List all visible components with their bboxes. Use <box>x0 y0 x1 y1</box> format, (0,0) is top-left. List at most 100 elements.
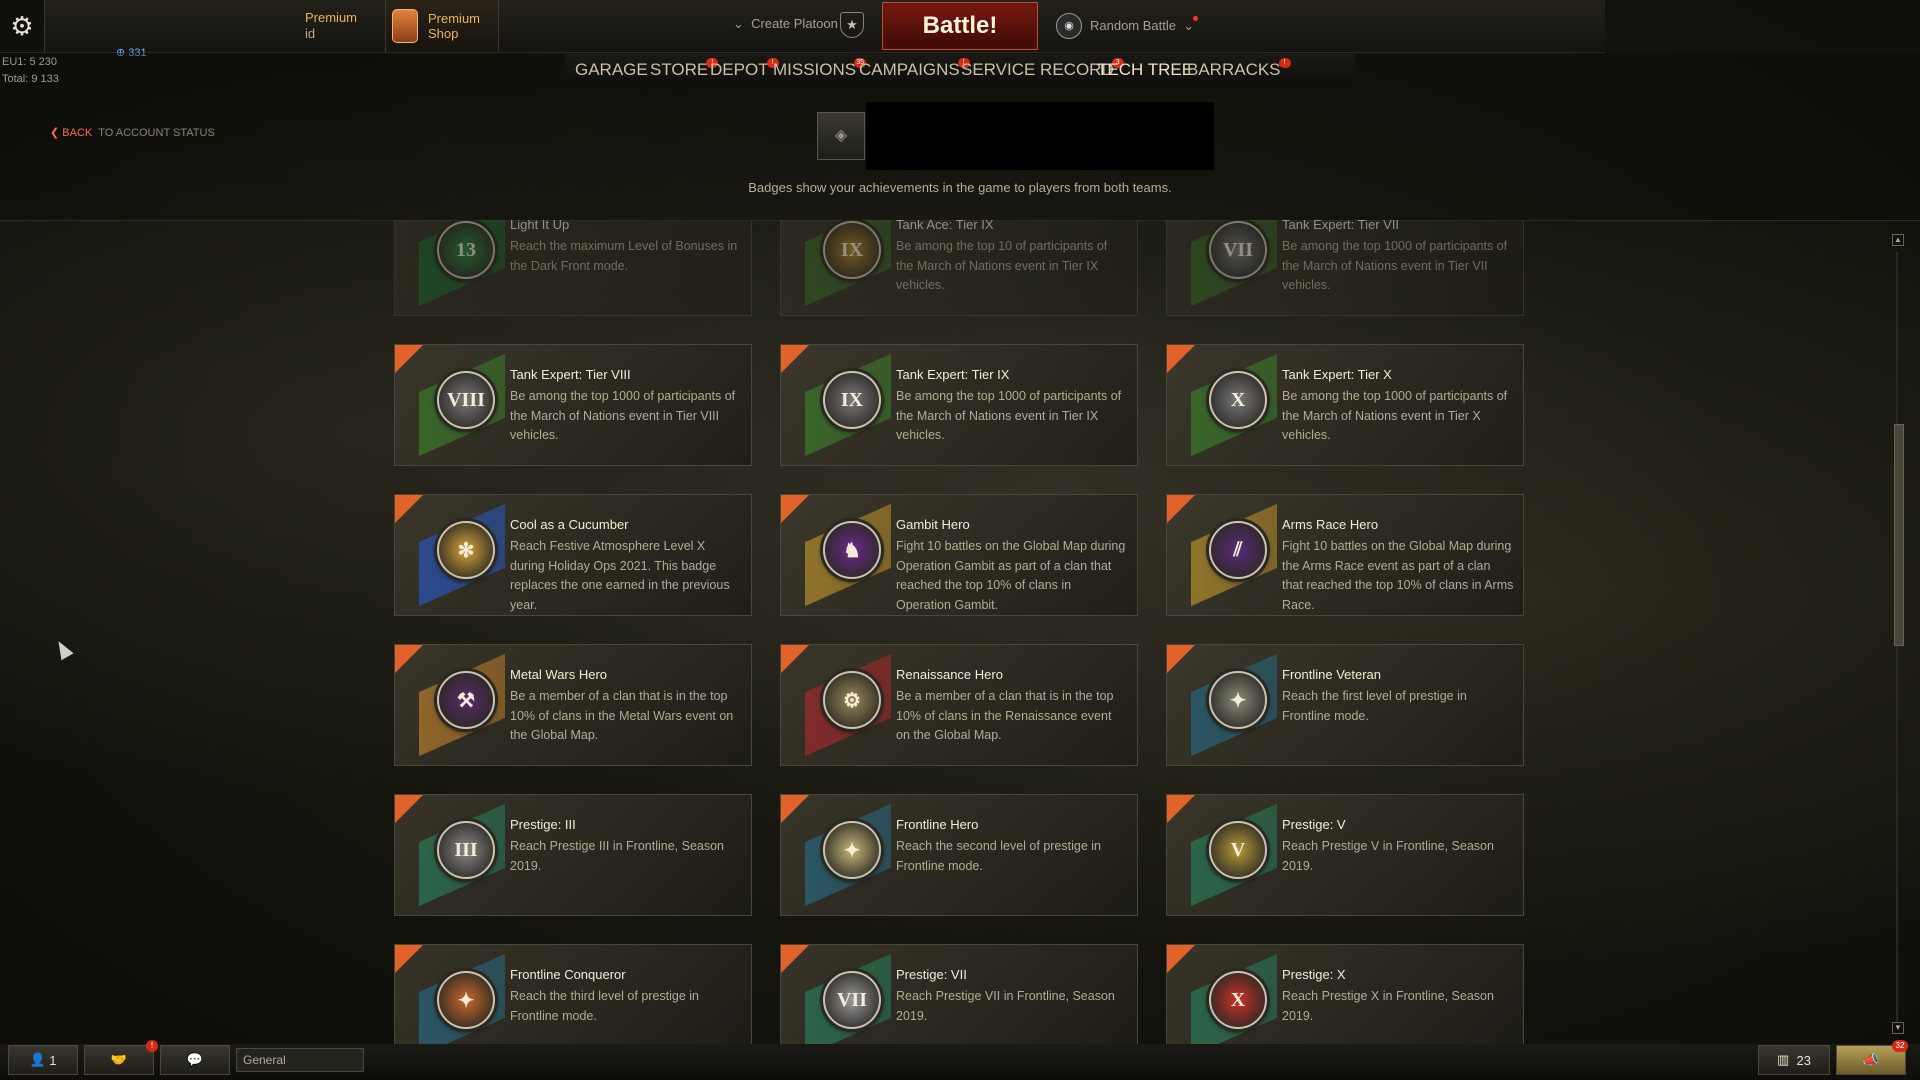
badge-card[interactable]: III Prestige: III Reach Prestige III in Fr… <box>394 794 752 916</box>
premium-shop-button[interactable]: Premium Shop <box>385 0 499 52</box>
bar-chart-icon: ▥ <box>1777 1052 1790 1067</box>
badge-medal-icon: 13 <box>437 221 495 279</box>
new-corner-marker <box>781 645 809 673</box>
new-corner-marker <box>781 495 809 523</box>
nav-tab-store[interactable]: STORE! <box>650 58 719 80</box>
nav-tab-badge: ! <box>1278 58 1291 68</box>
badge-title: Prestige: III <box>510 817 576 832</box>
badge-title: Gambit Hero <box>896 517 970 532</box>
player-name-redacted <box>866 102 1214 170</box>
battle-mode-selector[interactable]: Random Battle ⌄ <box>1090 18 1194 34</box>
new-corner-marker <box>1167 945 1195 973</box>
badge-card[interactable]: ✦ Frontline Conqueror Reach the third leve… <box>394 944 752 1044</box>
badge-title: Tank Expert: Tier VIII <box>510 367 631 382</box>
gear-icon: ⚙ <box>10 10 34 41</box>
badge-title: Prestige: V <box>1282 817 1346 832</box>
badge-card[interactable]: ⚒ Metal Wars Hero Be a member of a clan th… <box>394 644 752 766</box>
battle-button[interactable]: Battle! <box>882 2 1038 50</box>
platoon-shield-icon[interactable]: ★ <box>840 12 864 38</box>
badge-card[interactable]: ✦ Frontline Veteran Reach the first level … <box>1166 644 1524 766</box>
premium-account-button[interactable]: Premium id <box>305 10 357 42</box>
badge-card[interactable]: V Prestige: V Reach Prestige V in Frontlin… <box>1166 794 1524 916</box>
create-platoon-button[interactable]: ⌄ Create Platoon <box>733 16 838 32</box>
settings-button[interactable]: ⚙ <box>0 0 45 52</box>
nav-tab-service-record[interactable]: SERVICE RECORD 3 <box>961 58 1124 80</box>
back-target: TO ACCOUNT STATUS <box>98 127 215 139</box>
contacts-count: 1 <box>49 1052 57 1068</box>
create-platoon-label: Create Platoon <box>751 16 838 31</box>
badge-description: Reach Prestige X in Frontline, Season 20… <box>1282 989 1494 1023</box>
new-corner-marker <box>1167 495 1195 523</box>
contacts-button[interactable]: 👤 1 <box>8 1045 78 1075</box>
handshake-icon: 🤝 <box>110 1052 128 1067</box>
badge-title: Arms Race Hero <box>1282 517 1379 532</box>
scroll-down-button[interactable]: ▼ <box>1892 1022 1904 1034</box>
scroll-thumb[interactable] <box>1894 424 1904 646</box>
new-corner-marker <box>1167 645 1195 673</box>
battle-mode-notification-dot <box>1193 16 1198 21</box>
badge-card[interactable]: VII Tank Expert: Tier VII Be among the top… <box>1166 220 1524 316</box>
page-subtitle: Badges show your achievements in the gam… <box>748 180 1172 195</box>
badge-medal-icon: X <box>1209 371 1267 429</box>
badge-medal-icon: ♞ <box>823 521 881 579</box>
clan-notification-badge: ! <box>146 1040 158 1052</box>
chat-icon: 💬 <box>186 1052 204 1067</box>
badge-description: Be among the top 1000 of participants of… <box>1282 389 1508 442</box>
badge-title: Cool as a Cucumber <box>510 517 629 532</box>
clan-button[interactable]: 🤝 <box>84 1045 154 1075</box>
nav-tab-tech-tree[interactable]: TECH TREE <box>1097 60 1193 80</box>
badge-title: Tank Expert: Tier VII <box>1282 220 1400 232</box>
nav-tab-campaigns[interactable]: CAMPAIGNS! <box>859 58 970 80</box>
new-corner-marker <box>781 345 809 373</box>
battle-mode-icon[interactable]: ◉ <box>1056 13 1082 39</box>
badge-card[interactable]: 13 Light It Up Reach the maximum Level of … <box>394 220 752 316</box>
nav-tab-missions[interactable]: MISSIONS 35 <box>773 58 867 80</box>
new-corner-marker <box>395 645 423 673</box>
badge-card[interactable]: ✦ Frontline Hero Reach the second level of… <box>780 794 1138 916</box>
badge-card[interactable]: VII Prestige: VII Reach Prestige VII in Fr… <box>780 944 1138 1044</box>
chat-button[interactable]: 💬 <box>160 1045 230 1075</box>
scrollbar[interactable]: ▲ ▼ <box>1892 234 1904 1034</box>
badge-emblem-icon: ◈ <box>834 127 848 144</box>
badge-medal-icon: ✦ <box>437 971 495 1029</box>
new-corner-marker <box>395 795 423 823</box>
back-button[interactable]: ❮ BACK TO ACCOUNT STATUS <box>50 126 215 139</box>
badge-card[interactable]: X Prestige: X Reach Prestige X in Frontlin… <box>1166 944 1524 1044</box>
badge-card[interactable]: ⫽ Arms Race Hero Fight 10 battles on the G… <box>1166 494 1524 616</box>
nav-tab-label: GARAGE <box>575 60 648 79</box>
selected-badge-slot[interactable]: ◈ <box>817 112 865 160</box>
badge-title: Prestige: X <box>1282 967 1346 982</box>
badge-medal-icon: V <box>1209 821 1267 879</box>
badge-title: Frontline Hero <box>896 817 979 832</box>
badge-card[interactable]: ✻ Cool as a Cucumber Reach Festive Atmosph… <box>394 494 752 616</box>
badge-card[interactable]: VIII Tank Expert: Tier VIII Be among the t… <box>394 344 752 466</box>
badge-description: Reach Festive Atmosphere Level X during … <box>510 539 730 612</box>
badge-description: Reach Prestige VII in Frontline, Season … <box>896 989 1115 1023</box>
badge-card[interactable]: ⚙ Renaissance Hero Be a member of a clan t… <box>780 644 1138 766</box>
badge-description: Be a member of a clan that is in the top… <box>896 689 1114 742</box>
scroll-up-button[interactable]: ▲ <box>1892 234 1904 246</box>
session-stats-count: 23 <box>1796 1052 1811 1068</box>
chat-channel-input[interactable]: General <box>236 1048 364 1072</box>
session-stats-button[interactable]: ▥ 23 <box>1758 1045 1830 1075</box>
badge-title: Tank Ace: Tier IX <box>896 220 994 232</box>
nav-tab-label: TECH TREE <box>1097 60 1194 79</box>
nav-tab-label: STORE <box>650 60 709 79</box>
badge-title: Light It Up <box>510 220 570 232</box>
badge-title: Frontline Conqueror <box>510 967 626 982</box>
nav-tab-label: MISSIONS <box>773 60 857 79</box>
badge-card[interactable]: ♞ Gambit Hero Fight 10 battles on the Glob… <box>780 494 1138 616</box>
badge-card[interactable]: IX Tank Ace: Tier IX Be among the top 10 o… <box>780 220 1138 316</box>
nav-tab-barracks[interactable]: BARRACKS! <box>1187 58 1291 80</box>
new-corner-marker <box>395 345 423 373</box>
badge-card[interactable]: X Tank Expert: Tier X Be among the top 100… <box>1166 344 1524 466</box>
badge-description: Be among the top 1000 of participants of… <box>1282 239 1508 292</box>
nav-tab-depot[interactable]: DEPOT! <box>710 58 779 80</box>
nav-tab-garage[interactable]: GARAGE <box>575 60 648 80</box>
new-corner-marker <box>395 945 423 973</box>
badge-card[interactable]: IX Tank Expert: Tier IX Be among the top 1… <box>780 344 1138 466</box>
badge-title: Renaissance Hero <box>896 667 1003 682</box>
premium-account-sublabel: id <box>305 26 316 41</box>
nav-tab-label: BARRACKS <box>1187 60 1281 79</box>
badge-title: Metal Wars Hero <box>510 667 608 682</box>
